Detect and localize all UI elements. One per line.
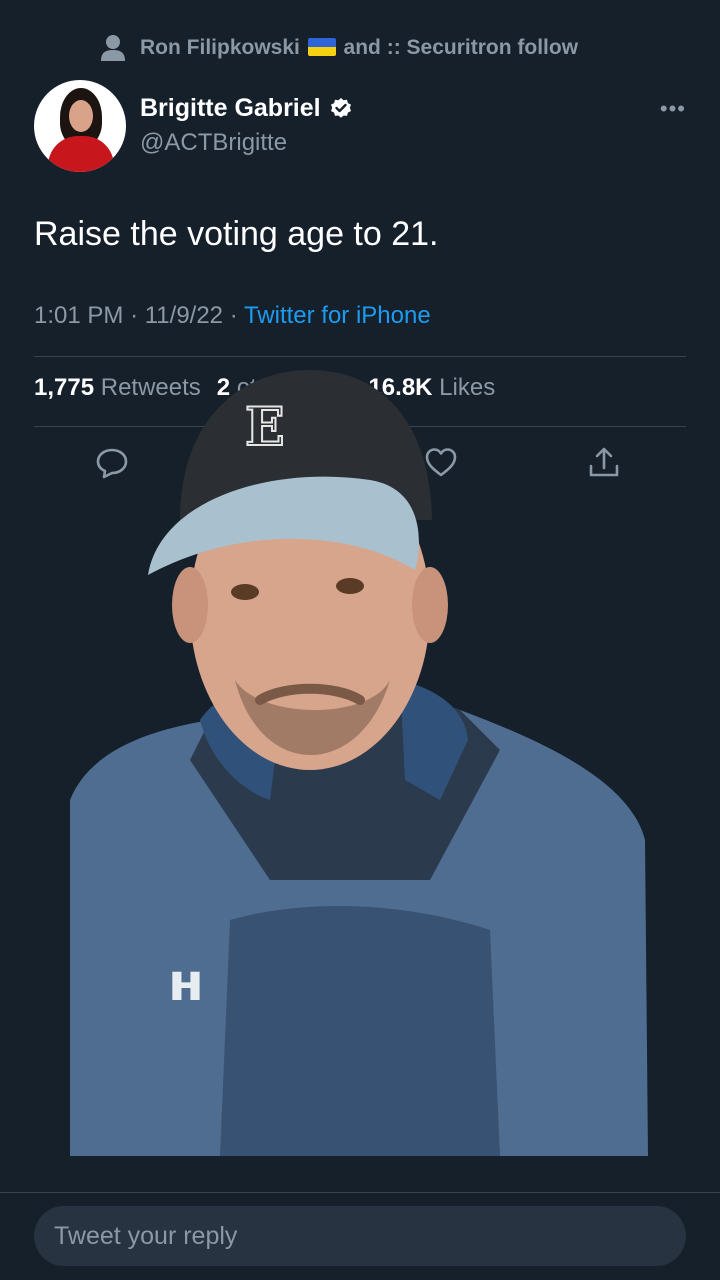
reply-input[interactable]: Tweet your reply [34,1206,686,1266]
tweet-text: Raise the voting age to 21. [34,215,439,253]
divider [34,356,686,357]
tweet-date: 11/9/22 [144,302,224,329]
verified-badge-icon [330,97,351,118]
svg-text:E: E [245,397,285,458]
tweet-time: 1:01 PM [34,302,124,329]
more-options-icon[interactable]: ••• [660,96,686,122]
tweet-meta: 1:01 PM · 11/9/22 · Twitter for iPhone [34,302,431,329]
person-video-overlay: ʜ E [70,370,648,1156]
avatar[interactable] [34,80,126,172]
tweet-source-link[interactable]: Twitter for iPhone [244,302,431,329]
ukraine-flag-icon [307,38,336,56]
social-context-user[interactable]: Ron Filipkowski [140,36,300,59]
social-context-text: and :: Securitron follow [343,36,579,59]
tweet-author: Brigitte Gabriel @ACTBrigitte ••• [34,80,686,172]
svg-text:ʜ: ʜ [168,953,204,1013]
person-icon [101,35,125,61]
social-context[interactable]: Ron Filipkowski and :: Securitron follow [100,34,700,62]
author-name-row[interactable]: Brigitte Gabriel [140,94,353,123]
display-name[interactable]: Brigitte Gabriel [140,94,321,123]
author-handle[interactable]: @ACTBrigitte [140,129,353,157]
divider [0,1192,720,1193]
